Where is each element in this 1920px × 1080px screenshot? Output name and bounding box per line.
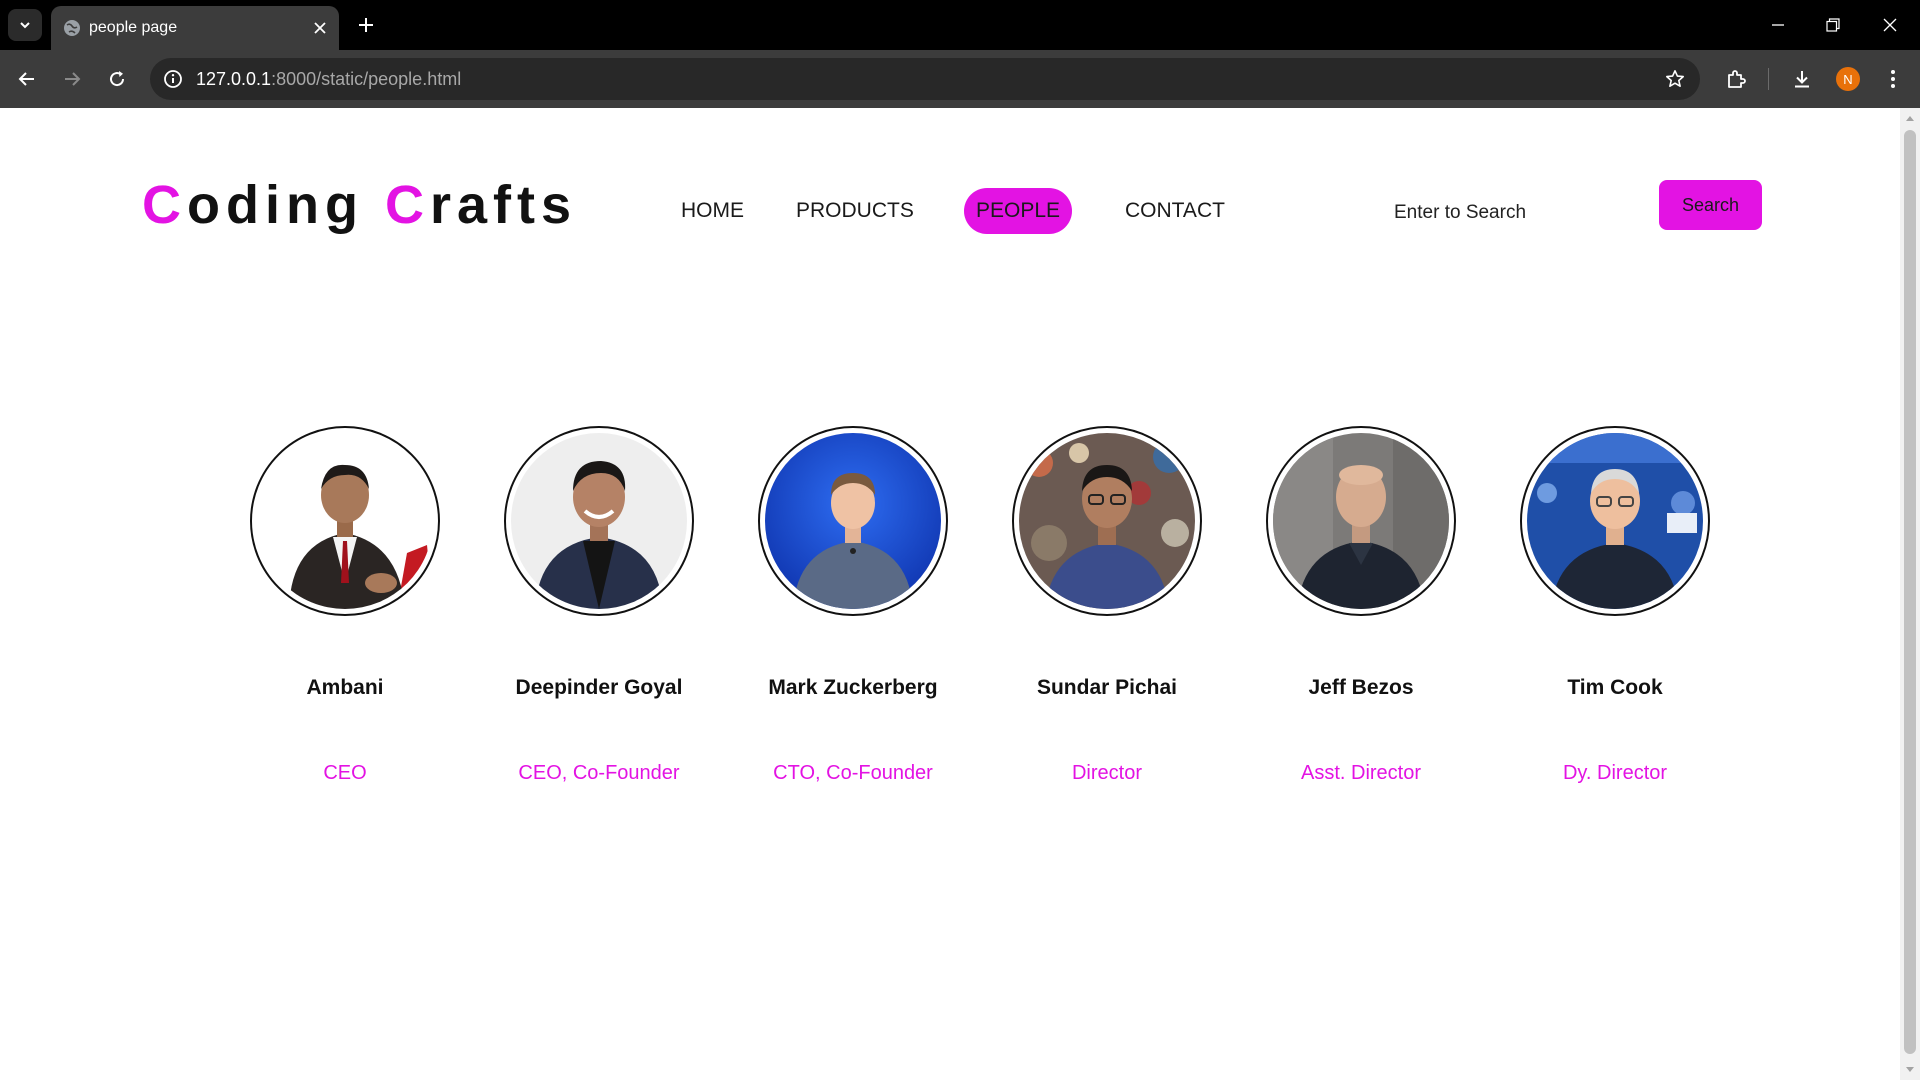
person-name: Jeff Bezos: [1308, 676, 1414, 699]
person-photo-frame: [1520, 426, 1710, 616]
person-name: Tim Cook: [1567, 676, 1663, 699]
back-arrow-icon[interactable]: [14, 66, 40, 92]
person-photo: [1273, 433, 1449, 609]
search-button[interactable]: Search: [1659, 180, 1762, 230]
person-photo: [257, 433, 433, 609]
bookmark-star-icon[interactable]: [1664, 68, 1686, 90]
person-role: Asst. Director: [1300, 762, 1422, 784]
nav-people[interactable]: PEOPLE: [964, 188, 1073, 234]
globe-icon: [63, 19, 81, 42]
person-photo: [1019, 433, 1195, 609]
logo-word-2: rafts: [429, 175, 578, 235]
person-name: Sundar Pichai: [1036, 676, 1178, 699]
person-name: Ambani: [306, 676, 384, 699]
person-photo-frame: [504, 426, 694, 616]
page-viewport: Coding Crafts HOME PRODUCTS PEOPLE CONTA…: [0, 108, 1900, 1080]
reload-icon[interactable]: [104, 66, 130, 92]
restore-icon[interactable]: [1820, 12, 1846, 38]
person-photo: [511, 433, 687, 609]
chevron-down-icon: [20, 22, 30, 29]
profile-avatar[interactable]: N: [1836, 67, 1860, 91]
scroll-down-arrow-icon[interactable]: [1905, 1065, 1915, 1075]
scroll-up-arrow-icon[interactable]: [1905, 113, 1915, 123]
person-photo: [1527, 433, 1703, 609]
scrollbar-thumb[interactable]: [1904, 130, 1916, 1054]
person-card: Mark Zuckerberg CTO, Co-Founder: [726, 426, 980, 785]
close-tab-icon[interactable]: [309, 17, 331, 39]
person-photo-frame: [758, 426, 948, 616]
person-role: Director: [1071, 762, 1142, 784]
person-name: Deepinder Goyal: [515, 676, 683, 699]
person-role: CEO: [323, 762, 367, 784]
nav-products[interactable]: PRODUCTS: [784, 188, 926, 234]
more-menu-icon[interactable]: [1880, 66, 1906, 92]
forward-arrow-icon[interactable]: [59, 66, 85, 92]
minimize-icon[interactable]: [1765, 12, 1791, 38]
person-role: CEO, Co-Founder: [518, 762, 680, 784]
new-tab-icon[interactable]: [354, 13, 378, 37]
logo-initial-2: C: [384, 175, 430, 235]
url-host: 127.0.0.1: [196, 69, 272, 89]
vertical-scrollbar[interactable]: [1900, 108, 1920, 1080]
person-photo-frame: [1012, 426, 1202, 616]
person-card: Deepinder Goyal CEO, Co-Founder: [472, 426, 726, 785]
person-photo-frame: [250, 426, 440, 616]
person-role: CTO, Co-Founder: [773, 762, 933, 784]
close-window-icon[interactable]: [1877, 12, 1903, 38]
toolbar-divider: [1768, 68, 1769, 90]
browser-tab[interactable]: people page: [51, 6, 339, 50]
browser-toolbar: 127.0.0.1:8000/static/people.html N: [0, 50, 1920, 108]
url-text: 127.0.0.1:8000/static/people.html: [196, 69, 461, 90]
person-card: Sundar Pichai Director: [980, 426, 1234, 785]
person-photo-frame: [1266, 426, 1456, 616]
logo-initial-1: C: [142, 175, 187, 235]
extensions-icon[interactable]: [1723, 66, 1749, 92]
url-path: :8000/static/people.html: [271, 69, 462, 89]
nav-contact[interactable]: CONTACT: [1113, 188, 1237, 234]
site-info-icon[interactable]: [162, 68, 184, 90]
person-card: Ambani CEO: [218, 426, 472, 785]
person-role: Dy. Director: [1562, 762, 1668, 784]
tab-title: people page: [89, 19, 178, 36]
person-photo: [765, 433, 941, 609]
download-icon[interactable]: [1789, 66, 1815, 92]
address-bar[interactable]: 127.0.0.1:8000/static/people.html: [150, 58, 1700, 100]
nav-home[interactable]: HOME: [669, 188, 756, 234]
tab-search-button[interactable]: [8, 9, 42, 41]
site-logo[interactable]: Coding Crafts: [142, 174, 577, 236]
person-name: Mark Zuckerberg: [768, 676, 938, 699]
person-card: Tim Cook Dy. Director: [1488, 426, 1742, 785]
search-input[interactable]: [1392, 196, 1626, 230]
person-card: Jeff Bezos Asst. Director: [1234, 426, 1488, 785]
browser-tab-bar: people page: [0, 0, 1920, 50]
logo-word-1: oding: [187, 175, 364, 235]
